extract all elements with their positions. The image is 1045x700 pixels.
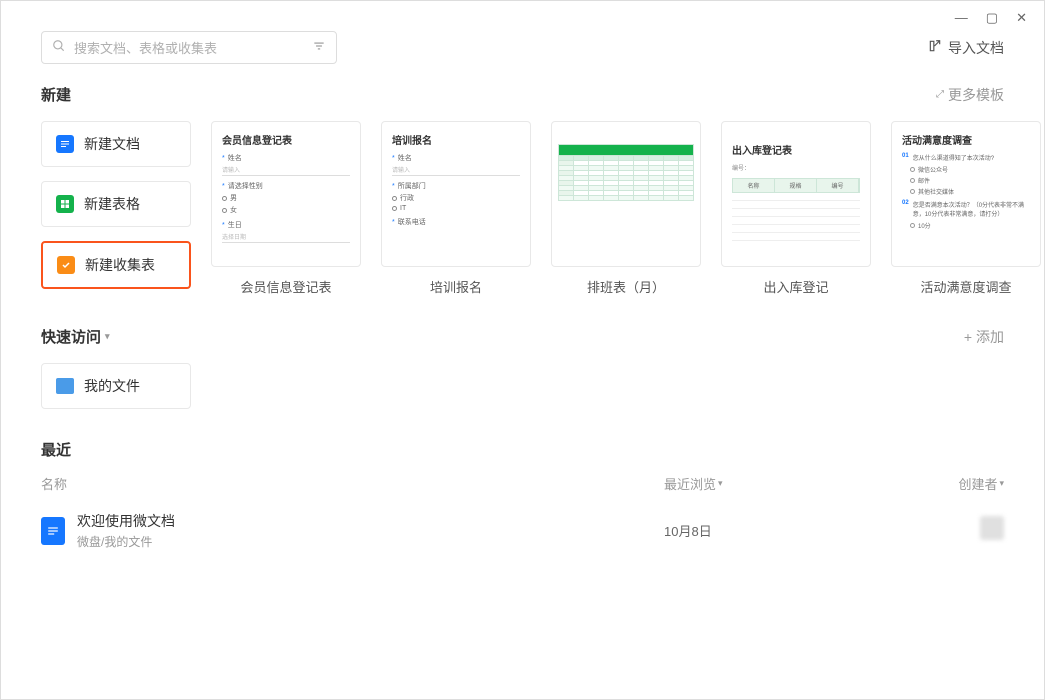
template-survey[interactable]: 活动满意度调查 01 您从什么渠道得知了本次活动? 微信公众号 邮件 其他社交媒体… [891,121,1041,296]
more-templates-button[interactable]: ⤢ 更多模板 [936,85,1004,105]
field-label: 联系电话 [398,217,426,227]
file-creator [924,516,1004,545]
col-browse-label: 最近浏览 [664,474,716,493]
col-creator-label: 创建者 [958,474,997,493]
plus-icon: + [964,329,972,345]
template-preview [551,121,701,267]
add-quick-access-button[interactable]: + 添加 [964,327,1004,347]
opt: 10分 [918,221,931,230]
template-label: 会员信息登记表 [240,277,331,296]
folder-icon [56,378,74,394]
template-member-registration[interactable]: 会员信息登记表 *姓名请输入 *请选择性别 男 女 *生日选择日期 会员信息登记… [211,121,361,296]
quick-access-title[interactable]: 快速访问 ▾ [41,326,110,347]
col-header: 编号 [817,179,859,192]
template-label: 排班表（月） [587,277,665,296]
q-text: 您是否满意本次活动？（0分代表非常不满意，10分代表非常满意，请打分） [913,200,1030,218]
new-form-button[interactable]: 新建收集表 [41,241,191,289]
import-document-button[interactable]: 导入文档 [928,38,1004,58]
my-files-label: 我的文件 [84,376,140,396]
chevron-down-icon: ▾ [105,331,110,342]
column-creator[interactable]: 创建者 ▾ [924,474,1004,493]
radio-option: 行政 [400,193,414,203]
add-label: 添加 [976,327,1004,347]
close-button[interactable]: ✕ [1016,10,1027,26]
template-preview: 活动满意度调查 01 您从什么渠道得知了本次活动? 微信公众号 邮件 其他社交媒体… [891,121,1041,267]
preview-subtitle: 编号： [732,163,860,172]
template-schedule[interactable]: 排班表（月） [551,121,701,296]
radio-option: IT [400,205,406,212]
template-preview: 出入库登记表 编号： 名称 规格 编号 [721,121,871,267]
q-num: 02 [902,200,909,218]
new-document-label: 新建文档 [84,134,140,154]
search-input[interactable]: 搜索文档、表格或收集表 [41,31,337,64]
file-path: 微盘/我的文件 [77,533,664,550]
radio-option: 男 [230,193,237,203]
form-icon [57,256,75,274]
template-label: 出入库登记 [763,277,828,296]
template-preview: 会员信息登记表 *姓名请输入 *请选择性别 男 女 *生日选择日期 [211,121,361,267]
field-label: 生日 [228,220,242,230]
column-name[interactable]: 名称 [41,474,664,493]
new-sheet-label: 新建表格 [84,194,140,214]
sort-caret-icon: ▾ [718,478,723,489]
file-title: 欢迎使用微文档 [77,511,664,531]
new-document-button[interactable]: 新建文档 [41,121,191,167]
more-templates-label: 更多模板 [948,85,1004,105]
file-date: 10月8日 [664,521,924,540]
preview-title: 活动满意度调查 [902,132,1030,147]
document-icon [41,517,65,545]
recent-section-title: 最近 [41,439,71,460]
template-label: 培训报名 [430,277,482,296]
my-files-button[interactable]: 我的文件 [41,363,191,409]
field-label: 所属部门 [398,181,426,191]
sort-caret-icon: ▾ [999,478,1004,489]
q-num: 01 [902,153,909,162]
radio-option: 女 [230,205,237,215]
expand-icon: ⤢ [936,89,944,100]
filter-icon[interactable] [312,39,326,56]
import-icon [928,39,942,56]
document-icon [56,135,74,153]
creator-avatar [980,516,1004,540]
preview-title: 会员信息登记表 [222,132,350,147]
template-label: 活动满意度调查 [920,277,1011,296]
preview-title: 出入库登记表 [732,142,860,157]
template-training-signup[interactable]: 培训报名 *姓名请输入 *所属部门 行政 IT *联系电话 培训报名 [381,121,531,296]
new-section-title: 新建 [41,84,71,105]
field-hint: 选择日期 [222,232,350,243]
template-inventory[interactable]: 出入库登记表 编号： 名称 规格 编号 出入库登记 [721,121,871,296]
q-text: 您从什么渠道得知了本次活动? [913,153,994,162]
column-browse[interactable]: 最近浏览 ▾ [664,474,924,493]
sheet-icon [56,195,74,213]
field-label: 姓名 [398,153,412,163]
col-header: 规格 [775,179,817,192]
template-preview: 培训报名 *姓名请输入 *所属部门 行政 IT *联系电话 [381,121,531,267]
col-header: 名称 [733,179,775,192]
new-sheet-button[interactable]: 新建表格 [41,181,191,227]
maximize-button[interactable]: ▢ [986,10,998,26]
field-hint: 请输入 [392,165,520,176]
field-label: 请选择性别 [228,181,263,191]
opt: 微信公众号 [918,165,948,174]
field-hint: 请输入 [222,165,350,176]
new-form-label: 新建收集表 [85,255,155,275]
quick-title-label: 快速访问 [41,326,101,347]
recent-file-row[interactable]: 欢迎使用微文档 微盘/我的文件 10月8日 [41,499,1004,562]
minimize-button[interactable]: — [955,10,968,26]
preview-title: 培训报名 [392,132,520,147]
opt: 邮件 [918,176,930,185]
search-icon [52,39,66,56]
field-label: 姓名 [228,153,242,163]
search-placeholder: 搜索文档、表格或收集表 [74,38,217,57]
opt: 其他社交媒体 [918,187,954,196]
import-label: 导入文档 [948,38,1004,58]
